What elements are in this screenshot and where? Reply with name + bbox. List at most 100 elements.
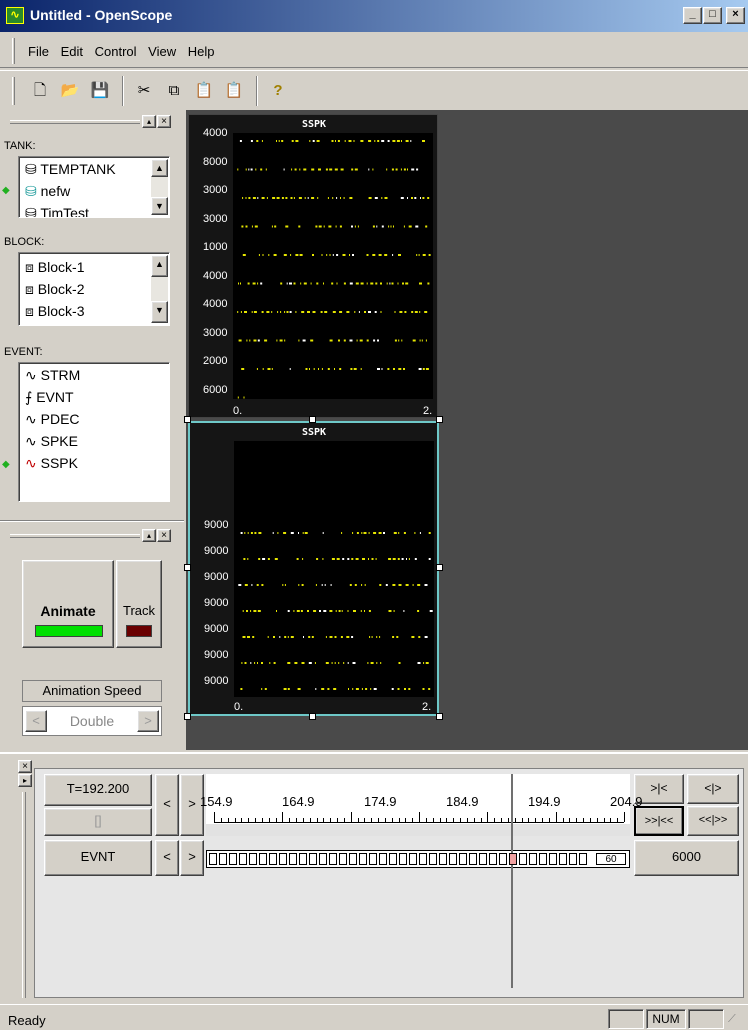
panel-close-button[interactable]: × [157,115,171,128]
panel-grip[interactable] [10,534,140,538]
timeline-restore-button[interactable]: ▸ [18,774,32,787]
list-item[interactable]: ∿ PDEC [25,411,80,428]
event-box[interactable] [279,853,287,865]
menu-grip[interactable] [12,38,15,64]
close-button[interactable]: × [726,7,745,24]
list-item[interactable]: ⧈ Block-3 [25,303,84,320]
scroll-down-button[interactable]: ▼ [151,301,168,323]
list-item[interactable]: ∿ SPKE [25,433,78,450]
open-icon[interactable]: 📂 [58,80,82,102]
scroll-left-button[interactable]: < [155,774,179,836]
animate-button[interactable]: Animate [22,560,114,648]
event-box[interactable] [309,853,317,865]
resize-handle[interactable] [436,416,443,423]
scrollbar-track[interactable] [151,277,168,301]
speed-control[interactable]: < Double > [22,706,162,736]
resize-grip-icon[interactable]: ⟋ [728,1013,744,1029]
help-icon[interactable]: ? [266,80,290,102]
event-box[interactable] [439,853,447,865]
resize-handle[interactable] [309,713,316,720]
menu-view[interactable]: View [144,44,180,59]
event-box[interactable] [479,853,487,865]
resize-handle[interactable] [436,713,443,720]
event-box[interactable] [429,853,437,865]
scroll-up-button[interactable]: ▲ [151,159,168,177]
event-select-button[interactable]: EVNT [44,840,152,876]
minimize-button[interactable]: _ [683,7,702,24]
list-item[interactable]: ⛁ TEMPTANK [25,161,116,178]
list-item[interactable]: ⛁ nefw [25,183,70,200]
event-box[interactable] [549,853,557,865]
list-item[interactable]: ⧈ Block-2 [25,281,84,298]
event-box[interactable] [409,853,417,865]
event-box[interactable] [349,853,357,865]
list-item[interactable]: ⛁ TimTest [25,205,89,217]
tank-list[interactable]: ⛁ TEMPTANK ⛁ nefw ⛁ TimTest ▲ ▼ [18,156,170,218]
event-box[interactable] [219,853,227,865]
event-box[interactable] [359,853,367,865]
track-button[interactable]: Track [116,560,162,648]
event-box[interactable] [269,853,277,865]
plot-sspk-2[interactable]: SSPK 0. 2. 9000 9000 9000 9000 9000 9000 9000 [188,421,439,716]
resize-handle[interactable] [309,416,316,423]
timeline-close-button[interactable]: × [18,760,32,773]
menu-help[interactable]: Help [184,44,219,59]
maximize-button[interactable]: □ [703,7,722,24]
speed-increase-button[interactable]: > [137,710,159,732]
event-box[interactable] [489,853,497,865]
event-box[interactable] [539,853,547,865]
event-list[interactable]: ∿ STRM ⨍ EVNT ∿ PDEC ∿ SPKE ∿ SSPK [18,362,170,502]
plot-sspk-1[interactable]: SSPK 0. 2. 4000 8000 3000 3000 1000 4000 4000 3… [188,114,438,418]
event-box[interactable] [249,853,257,865]
zoom-in-button[interactable]: >>|<< [634,806,684,836]
new-icon[interactable]: 🗋 [28,80,52,102]
event-box[interactable] [529,853,537,865]
toolbar-grip[interactable] [12,77,15,105]
event-box[interactable] [559,853,567,865]
list-item[interactable]: ∿ STRM [25,367,80,384]
event-box[interactable] [299,853,307,865]
event-box[interactable] [329,853,337,865]
panel-restore-button[interactable]: ▴ [142,115,156,128]
event-box[interactable] [229,853,237,865]
paste-icon[interactable]: 📋 [192,80,216,102]
event-box[interactable] [449,853,457,865]
list-item[interactable]: ∿ SSPK [25,455,78,472]
resize-handle[interactable] [184,564,191,571]
event-box[interactable] [339,853,347,865]
event-box[interactable] [289,853,297,865]
paste-special-icon[interactable]: 📋 [222,80,246,102]
scroll-down-button[interactable]: ▼ [151,197,168,215]
save-icon[interactable]: 💾 [88,80,112,102]
event-box[interactable] [259,853,267,865]
copy-icon[interactable]: ⧉ [162,80,186,102]
slot-button[interactable]: [] [44,808,152,836]
block-list[interactable]: ⧈ Block-1 ⧈ Block-2 ⧈ Block-3 ▲ ▼ [18,252,170,326]
resize-handle[interactable] [184,416,191,423]
event-box[interactable] [579,853,587,865]
event-box[interactable] [419,853,427,865]
event-box[interactable] [459,853,467,865]
resize-handle[interactable] [184,713,191,720]
scrollbar-track[interactable] [151,177,168,197]
cut-icon[interactable]: ✂ [132,80,156,102]
panel-restore-button[interactable]: ▴ [142,529,156,542]
panel-close-button[interactable]: × [157,529,171,542]
event-box[interactable] [239,853,247,865]
event-box[interactable] [499,853,507,865]
event-box[interactable] [319,853,327,865]
scroll-up-button[interactable]: ▲ [151,255,168,277]
value-button[interactable]: 6000 [634,840,739,876]
speed-decrease-button[interactable]: < [25,710,47,732]
menu-file[interactable]: File [24,44,53,59]
event-left-button[interactable]: < [155,840,179,876]
event-box[interactable] [209,853,217,865]
event-box[interactable] [379,853,387,865]
event-box[interactable] [389,853,397,865]
resize-handle[interactable] [436,564,443,571]
event-box[interactable] [509,853,517,865]
event-right-button[interactable]: > [180,840,204,876]
list-item[interactable]: ⨍ EVNT [25,389,74,406]
event-box[interactable] [399,853,407,865]
time-display-button[interactable]: T=192.200 [44,774,152,806]
